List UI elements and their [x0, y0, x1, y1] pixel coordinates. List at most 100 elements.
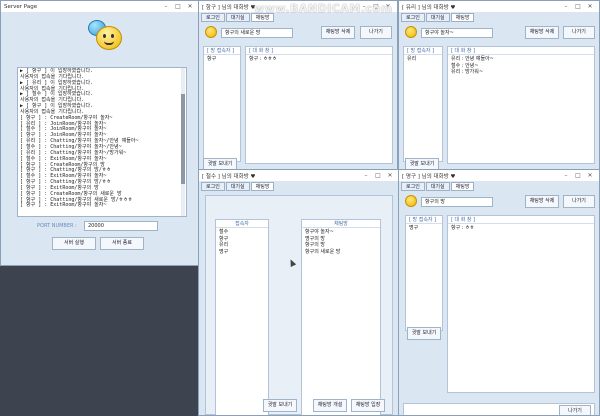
chat3-client: 로그인 대기실 채팅방 항구의 방 채팅방 삭제 나가기 [ 방 접속자 ] 명… [399, 181, 599, 415]
server-title: Server Page [4, 3, 38, 10]
tab-login[interactable]: 로그인 [201, 13, 225, 22]
list-item[interactable]: 항구 [207, 56, 237, 63]
chat3-tabs: 로그인 대기실 채팅방 [401, 182, 475, 191]
tab-waiting-room[interactable]: 대기실 [425, 182, 450, 191]
chat3-titlebar[interactable]: [ 명구 ] 님의 대화방 ♥ – □ ✕ [399, 170, 599, 181]
waiting-client: 로그인 대기실 채팅방 접속자 철수 항구 유리 명구 채팅방 항구야 놀자~ 명구의 … [199, 181, 399, 415]
waiting-room-window: [ 철수 ] 님의 대화방 ♥ – □ ✕ 로그인 대기실 채팅방 접속자 철수… [198, 169, 400, 416]
log-line: [ 항구 ] : ExitRoom/항구야 놀자~ [20, 202, 107, 209]
create-room-button[interactable]: 채팅방 개설 [313, 399, 347, 412]
tab-login[interactable]: 로그인 [201, 182, 225, 191]
chat2-room-name: 항구야 놀자~ [421, 28, 493, 38]
message-item: 항구 : ㅎㅎㅎ [249, 56, 277, 62]
waiting-rooms-header: 채팅방 [302, 220, 380, 228]
maximize-icon[interactable]: □ [172, 3, 184, 10]
maximize-icon[interactable]: □ [372, 172, 384, 179]
chat3-messages: 항구 : ㅎㅎ [448, 224, 594, 233]
chat3-chat-header: [ 대 화 창 ] [448, 216, 594, 224]
chat2-users-panel: [ 방 접속자 ] 유리 [403, 46, 443, 162]
waiting-whisper-button[interactable]: 귓말 보내기 [263, 399, 297, 412]
chat1-users-panel: [ 방 접속자 ] 항구 [203, 46, 241, 162]
close-icon[interactable]: ✕ [184, 3, 196, 10]
waiting-users-header: 접속자 [216, 220, 268, 228]
chat3-delete-room-button[interactable]: 채팅방 삭제 [525, 195, 559, 208]
waiting-rooms-panel: 채팅방 항구야 놀자~ 명구의 방 항구의 방 항구의 새로운 방 [301, 219, 381, 415]
chat2-chat-header: [ 대 화 창 ] [448, 47, 594, 55]
chat2-delete-room-button[interactable]: 채팅방 삭제 [525, 26, 559, 39]
chat3-whisper-button[interactable]: 귓말 보내기 [407, 327, 441, 340]
chat2-titlebar[interactable]: [ 유리 ] 님의 대화방 ♥ – □ ✕ [399, 1, 599, 12]
server-logo-icon [88, 16, 124, 50]
chat3-users-header: [ 방 접속자 ] [406, 216, 442, 224]
tab-waiting-room[interactable]: 대기실 [225, 182, 250, 191]
chat2-smiley-icon [405, 26, 417, 38]
chat1-exit-button[interactable]: 나가기 [360, 26, 392, 39]
server-stop-button[interactable]: 서버 종료 [100, 237, 144, 250]
chat2-users-list[interactable]: 유리 [404, 55, 442, 64]
server-client: ▶ [ 항구 ] 이 입장하였습니다. 사용자의 접속을 기다립니다. ▶ [ 유리… [1, 12, 199, 265]
message-item: 유리 : 방가워~ [451, 69, 484, 75]
chat1-chat-panel: [ 대 화 창 ] 항구 : ㅎㅎㅎ [245, 46, 393, 164]
close-icon[interactable]: ✕ [584, 3, 596, 10]
chat2-chat-panel: [ 대 화 창 ] 유리 : 안녕 얘들아~ 철수 : 안녕~ 유리 : 방가워… [447, 46, 595, 164]
chat-window-myeonggu: [ 명구 ] 님의 대화방 ♥ – □ ✕ 로그인 대기실 채팅방 항구의 방 … [398, 169, 600, 416]
chat1-messages: 항구 : ㅎㅎㅎ [246, 55, 392, 64]
message-item: 항구 : ㅎㅎ [451, 225, 475, 231]
chat-window-hanggu: [ 항구 ] 님의 대화방 ♥ – □ ✕ 로그인 대기실 채팅방 항구의 새로… [198, 0, 398, 170]
close-icon[interactable]: ✕ [584, 172, 596, 179]
tab-login[interactable]: 로그인 [401, 182, 425, 191]
chat1-delete-room-button[interactable]: 채팅방 삭제 [321, 26, 355, 39]
chat1-users-header: [ 방 접속자 ] [204, 47, 240, 55]
chat2-title: [ 유리 ] 님의 대화방 ♥ [402, 4, 456, 11]
tab-chat-room[interactable]: 채팅방 [450, 13, 475, 22]
waiting-tabs: 로그인 대기실 채팅방 [201, 182, 275, 191]
minimize-icon[interactable]: – [560, 172, 572, 179]
list-item[interactable]: 명구 [409, 225, 439, 232]
chat3-exit-button[interactable]: 나가기 [563, 195, 595, 208]
waiting-users-panel: 접속자 철수 항구 유리 명구 [215, 219, 269, 415]
waiting-title: [ 철수 ] 님의 대화방 ♥ [202, 173, 256, 180]
close-icon[interactable]: ✕ [384, 172, 396, 179]
list-item[interactable]: 명구 [219, 249, 265, 256]
port-input[interactable]: 20000 [84, 221, 158, 231]
chat2-tabs: 로그인 대기실 채팅방 [401, 13, 475, 22]
chat2-exit-button[interactable]: 나가기 [563, 26, 595, 39]
bandicam-watermark: www.BANDICAM.com [254, 2, 393, 15]
chat3-bottom-exit-button[interactable]: 나가기 [559, 405, 591, 415]
server-log[interactable]: ▶ [ 항구 ] 이 입장하였습니다. 사용자의 접속을 기다립니다. ▶ [ 유리… [17, 67, 187, 217]
maximize-icon[interactable]: □ [572, 3, 584, 10]
tab-chat-room[interactable]: 채팅방 [450, 182, 475, 191]
waiting-titlebar[interactable]: [ 철수 ] 님의 대화방 ♥ – □ ✕ [199, 170, 399, 181]
chat3-room-name: 항구의 방 [421, 197, 493, 207]
server-log-lines: ▶ [ 항구 ] 이 입장하였습니다. 사용자의 접속을 기다립니다. ▶ [ 유리… [20, 68, 184, 209]
chat2-users-header: [ 방 접속자 ] [404, 47, 442, 55]
minimize-icon[interactable]: – [160, 3, 172, 10]
list-item[interactable]: 항구의 새로운 방 [305, 249, 377, 256]
list-item[interactable]: 유리 [407, 56, 439, 63]
chat3-users-panel: [ 방 접속자 ] 명구 [405, 215, 443, 331]
server-log-scrollbar[interactable] [181, 68, 185, 216]
tab-login[interactable]: 로그인 [401, 13, 425, 22]
tab-chat-room[interactable]: 채팅방 [250, 182, 275, 191]
chat3-smiley-icon [405, 195, 417, 207]
waiting-rooms-list[interactable]: 항구야 놀자~ 명구의 방 항구의 방 항구의 새로운 방 [302, 228, 380, 256]
waiting-users-list[interactable]: 철수 항구 유리 명구 [216, 228, 268, 256]
minimize-icon[interactable]: – [560, 3, 572, 10]
port-label: PORT NUMBER : [37, 223, 77, 229]
chat1-smiley-icon [205, 26, 217, 38]
enter-room-button[interactable]: 채팅방 입장 [351, 399, 385, 412]
maximize-icon[interactable]: □ [572, 172, 584, 179]
tab-waiting-room[interactable]: 대기실 [425, 13, 450, 22]
chat-window-yuri: [ 유리 ] 님의 대화방 ♥ – □ ✕ 로그인 대기실 채팅방 항구야 놀자… [398, 0, 600, 170]
chat1-room-name: 항구의 새로운 방 [221, 28, 293, 38]
server-titlebar[interactable]: Server Page – □ ✕ [1, 1, 199, 12]
minimize-icon[interactable]: – [360, 172, 372, 179]
chat2-messages: 유리 : 안녕 얘들아~ 철수 : 안녕~ 유리 : 방가워~ [448, 55, 594, 77]
chat3-chat-panel: [ 대 화 창 ] 항구 : ㅎㅎ [447, 215, 595, 393]
server-start-button[interactable]: 서버 실행 [52, 237, 96, 250]
chat3-users-list[interactable]: 명구 [406, 224, 442, 233]
tab-waiting-room[interactable]: 대기실 [225, 13, 250, 22]
chat1-users-list[interactable]: 항구 [204, 55, 240, 64]
server-window: Server Page – □ ✕ ▶ [ 항구 ] 이 입장하였습니다. 사용자… [0, 0, 200, 266]
chat1-chat-header: [ 대 화 창 ] [246, 47, 392, 55]
